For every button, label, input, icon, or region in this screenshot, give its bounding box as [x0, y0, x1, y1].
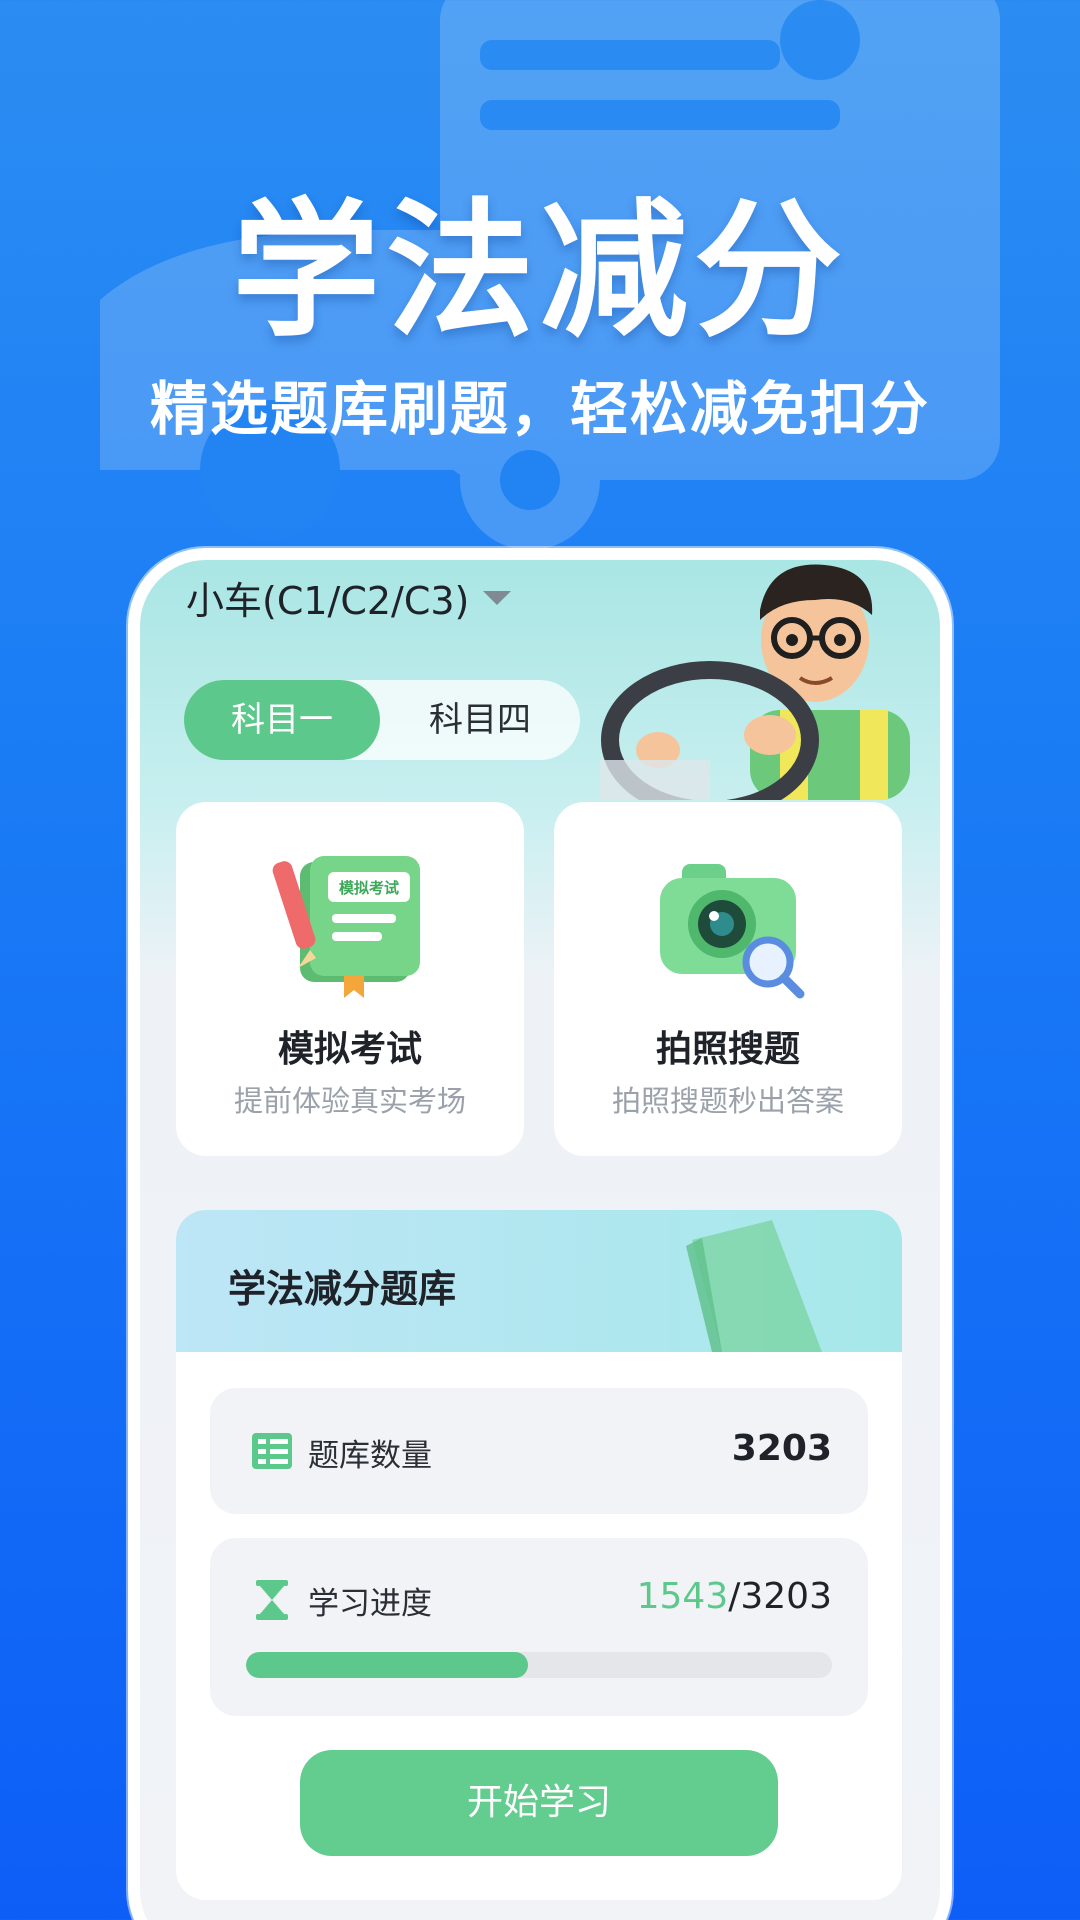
hero-subtitle: 精选题库刷题，轻松减免扣分 [149, 375, 930, 443]
question-bank-card: 学法减分题库 题库数量 3203 学习进度 1543/3203 开始学习 [176, 1210, 902, 1900]
exam-book-label: 模拟考试 [339, 879, 399, 897]
question-count-value: 3203 [731, 1428, 832, 1469]
exam-book-icon: 模拟考试 [272, 856, 420, 998]
app-screen: 小车(C1/C2/C3) 科目一 科目四 模拟考试 模拟考试 提前体验真实考场 … [140, 560, 940, 1920]
progress-separator: / [728, 1576, 741, 1617]
mock-exam-title: 模拟考试 [277, 1029, 422, 1070]
camera-search-icon [660, 864, 805, 999]
study-progress-bar [246, 1652, 832, 1678]
question-bank-title: 学法减分题库 [228, 1267, 457, 1311]
progress-done-count: 1543 [636, 1576, 729, 1617]
vehicle-type-selector[interactable]: 小车(C1/C2/C3) [186, 570, 512, 625]
study-progress-fill [246, 1652, 529, 1678]
study-progress-row: 学习进度 1543/3203 [210, 1538, 868, 1716]
photo-search-title: 拍照搜题 [655, 1029, 800, 1070]
list-icon [252, 1433, 292, 1469]
vehicle-type-label: 小车(C1/C2/C3) [186, 579, 470, 623]
hero-title: 学法减分 [232, 185, 848, 357]
study-progress-value: 1543/3203 [637, 1576, 832, 1617]
caret-down-icon [483, 590, 512, 605]
question-count-row: 题库数量 3203 [210, 1388, 868, 1514]
photo-search-card[interactable]: 拍照搜题 拍照搜题秒出答案 [554, 802, 902, 1156]
progress-total-count: 3203 [740, 1576, 832, 1617]
mock-exam-card[interactable]: 模拟考试 模拟考试 提前体验真实考场 [176, 802, 524, 1156]
question-bank-header: 学法减分题库 [176, 1210, 902, 1352]
phone-frame: 小车(C1/C2/C3) 科目一 科目四 模拟考试 模拟考试 提前体验真实考场 … [128, 548, 952, 1920]
hourglass-icon [256, 1580, 288, 1620]
photo-search-desc: 拍照搜题秒出答案 [611, 1084, 844, 1118]
mock-exam-desc: 提前体验真实考场 [233, 1084, 466, 1118]
driver-mascot-illustration [600, 564, 910, 800]
start-study-button[interactable]: 开始学习 [300, 1750, 778, 1856]
book-decoration-icon [686, 1220, 822, 1352]
tab-subject-four[interactable]: 科目四 [380, 680, 580, 760]
subject-tabs: 科目一 科目四 [184, 680, 580, 760]
question-count-label: 题库数量 [308, 1438, 432, 1474]
tab-subject-one[interactable]: 科目一 [184, 680, 380, 760]
study-progress-label: 学习进度 [308, 1586, 432, 1622]
